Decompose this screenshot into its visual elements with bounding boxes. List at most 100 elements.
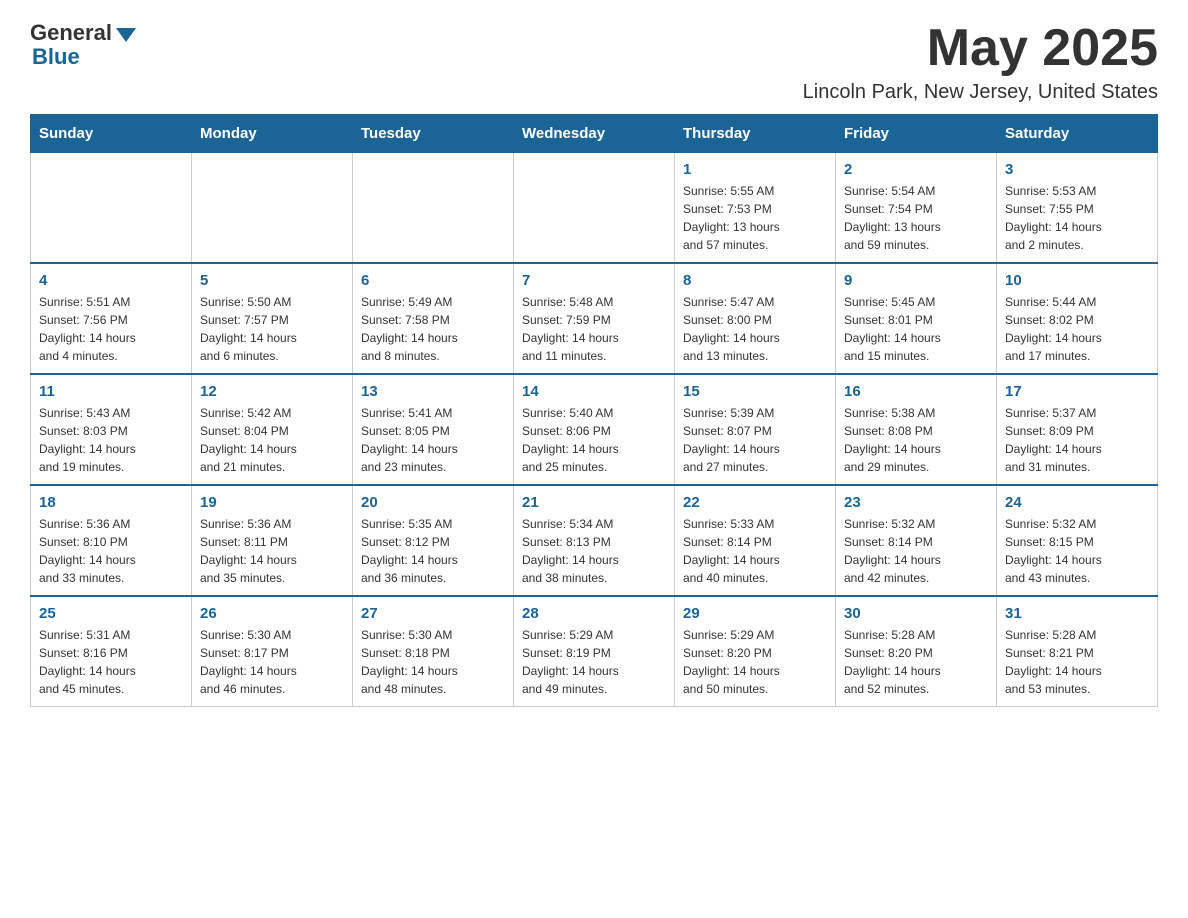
day-info: Sunrise: 5:51 AM Sunset: 7:56 PM Dayligh… [39,293,183,365]
calendar-cell: 22 Sunrise: 5:33 AM Sunset: 8:14 PM Dayli… [675,485,836,596]
day-number: 29 [683,605,827,622]
calendar-cell: 11 Sunrise: 5:43 AM Sunset: 8:03 PM Dayli… [31,374,192,485]
day-info: Sunrise: 5:29 AM Sunset: 8:20 PM Dayligh… [683,626,827,698]
day-info: Sunrise: 5:40 AM Sunset: 8:06 PM Dayligh… [522,404,666,476]
day-number: 14 [522,383,666,400]
day-number: 2 [844,161,988,178]
calendar-cell: 9 Sunrise: 5:45 AM Sunset: 8:01 PM Daylig… [836,263,997,374]
day-number: 21 [522,494,666,511]
calendar-header-monday: Monday [192,115,353,153]
day-number: 9 [844,272,988,289]
day-info: Sunrise: 5:34 AM Sunset: 8:13 PM Dayligh… [522,515,666,587]
day-info: Sunrise: 5:49 AM Sunset: 7:58 PM Dayligh… [361,293,505,365]
calendar-table: SundayMondayTuesdayWednesdayThursdayFrid… [30,114,1158,707]
day-info: Sunrise: 5:31 AM Sunset: 8:16 PM Dayligh… [39,626,183,698]
calendar-cell: 1 Sunrise: 5:55 AM Sunset: 7:53 PM Daylig… [675,153,836,264]
calendar-header-row: SundayMondayTuesdayWednesdayThursdayFrid… [31,115,1158,153]
day-number: 3 [1005,161,1149,178]
day-number: 19 [200,494,344,511]
day-info: Sunrise: 5:53 AM Sunset: 7:55 PM Dayligh… [1005,182,1149,254]
day-number: 26 [200,605,344,622]
calendar-cell: 19 Sunrise: 5:36 AM Sunset: 8:11 PM Dayli… [192,485,353,596]
day-info: Sunrise: 5:32 AM Sunset: 8:14 PM Dayligh… [844,515,988,587]
day-info: Sunrise: 5:45 AM Sunset: 8:01 PM Dayligh… [844,293,988,365]
calendar-cell [353,153,514,264]
calendar-cell: 14 Sunrise: 5:40 AM Sunset: 8:06 PM Dayli… [514,374,675,485]
calendar-cell: 29 Sunrise: 5:29 AM Sunset: 8:20 PM Dayli… [675,596,836,707]
logo: General Blue [30,20,136,70]
day-number: 6 [361,272,505,289]
day-number: 4 [39,272,183,289]
calendar-header-friday: Friday [836,115,997,153]
day-info: Sunrise: 5:30 AM Sunset: 8:17 PM Dayligh… [200,626,344,698]
calendar-cell: 13 Sunrise: 5:41 AM Sunset: 8:05 PM Dayli… [353,374,514,485]
logo-general-text: General [30,20,112,46]
calendar-week-row: 4 Sunrise: 5:51 AM Sunset: 7:56 PM Daylig… [31,263,1158,374]
day-info: Sunrise: 5:30 AM Sunset: 8:18 PM Dayligh… [361,626,505,698]
calendar-header-tuesday: Tuesday [353,115,514,153]
calendar-cell: 12Sunrise: 5:42 AM Sunset: 8:04 PM Dayli… [192,374,353,485]
day-info: Sunrise: 5:33 AM Sunset: 8:14 PM Dayligh… [683,515,827,587]
calendar-cell: 23 Sunrise: 5:32 AM Sunset: 8:14 PM Dayli… [836,485,997,596]
day-number: 8 [683,272,827,289]
day-number: 31 [1005,605,1149,622]
calendar-cell: 4 Sunrise: 5:51 AM Sunset: 7:56 PM Daylig… [31,263,192,374]
day-info: Sunrise: 5:39 AM Sunset: 8:07 PM Dayligh… [683,404,827,476]
day-info: Sunrise: 5:50 AM Sunset: 7:57 PM Dayligh… [200,293,344,365]
logo-blue-text: Blue [32,44,80,70]
location-title: Lincoln Park, New Jersey, United States [803,81,1158,104]
day-number: 13 [361,383,505,400]
calendar-cell: 27 Sunrise: 5:30 AM Sunset: 8:18 PM Dayli… [353,596,514,707]
calendar-cell: 10Sunrise: 5:44 AM Sunset: 8:02 PM Dayli… [997,263,1158,374]
day-info: Sunrise: 5:37 AM Sunset: 8:09 PM Dayligh… [1005,404,1149,476]
calendar-cell: 31 Sunrise: 5:28 AM Sunset: 8:21 PM Dayli… [997,596,1158,707]
day-info: Sunrise: 5:32 AM Sunset: 8:15 PM Dayligh… [1005,515,1149,587]
day-number: 10 [1005,272,1149,289]
title-section: May 2025 Lincoln Park, New Jersey, Unite… [803,20,1158,104]
calendar-week-row: 18 Sunrise: 5:36 AM Sunset: 8:10 PM Dayli… [31,485,1158,596]
calendar-cell: 2 Sunrise: 5:54 AM Sunset: 7:54 PM Daylig… [836,153,997,264]
day-number: 27 [361,605,505,622]
day-info: Sunrise: 5:54 AM Sunset: 7:54 PM Dayligh… [844,182,988,254]
month-title: May 2025 [803,20,1158,77]
day-number: 22 [683,494,827,511]
calendar-cell: 21 Sunrise: 5:34 AM Sunset: 8:13 PM Dayli… [514,485,675,596]
day-number: 1 [683,161,827,178]
day-info: Sunrise: 5:43 AM Sunset: 8:03 PM Dayligh… [39,404,183,476]
day-number: 24 [1005,494,1149,511]
calendar-cell: 17Sunrise: 5:37 AM Sunset: 8:09 PM Dayli… [997,374,1158,485]
day-number: 11 [39,383,183,400]
calendar-cell: 15Sunrise: 5:39 AM Sunset: 8:07 PM Dayli… [675,374,836,485]
day-info: Sunrise: 5:28 AM Sunset: 8:21 PM Dayligh… [1005,626,1149,698]
calendar-cell: 5 Sunrise: 5:50 AM Sunset: 7:57 PM Daylig… [192,263,353,374]
calendar-cell: 26 Sunrise: 5:30 AM Sunset: 8:17 PM Dayli… [192,596,353,707]
calendar-cell: 28Sunrise: 5:29 AM Sunset: 8:19 PM Dayli… [514,596,675,707]
day-info: Sunrise: 5:36 AM Sunset: 8:10 PM Dayligh… [39,515,183,587]
day-number: 30 [844,605,988,622]
day-info: Sunrise: 5:35 AM Sunset: 8:12 PM Dayligh… [361,515,505,587]
page-header: General Blue May 2025 Lincoln Park, New … [30,20,1158,104]
calendar-week-row: 25Sunrise: 5:31 AM Sunset: 8:16 PM Dayli… [31,596,1158,707]
calendar-header-saturday: Saturday [997,115,1158,153]
calendar-cell: 18 Sunrise: 5:36 AM Sunset: 8:10 PM Dayli… [31,485,192,596]
day-info: Sunrise: 5:36 AM Sunset: 8:11 PM Dayligh… [200,515,344,587]
day-info: Sunrise: 5:28 AM Sunset: 8:20 PM Dayligh… [844,626,988,698]
calendar-cell: 6 Sunrise: 5:49 AM Sunset: 7:58 PM Daylig… [353,263,514,374]
calendar-cell: 8Sunrise: 5:47 AM Sunset: 8:00 PM Daylig… [675,263,836,374]
day-number: 16 [844,383,988,400]
day-number: 23 [844,494,988,511]
day-number: 28 [522,605,666,622]
calendar-cell: 16 Sunrise: 5:38 AM Sunset: 8:08 PM Dayli… [836,374,997,485]
calendar-cell: 20Sunrise: 5:35 AM Sunset: 8:12 PM Dayli… [353,485,514,596]
calendar-cell [31,153,192,264]
day-info: Sunrise: 5:38 AM Sunset: 8:08 PM Dayligh… [844,404,988,476]
calendar-cell [514,153,675,264]
day-number: 7 [522,272,666,289]
calendar-cell: 25Sunrise: 5:31 AM Sunset: 8:16 PM Dayli… [31,596,192,707]
day-info: Sunrise: 5:55 AM Sunset: 7:53 PM Dayligh… [683,182,827,254]
calendar-header-thursday: Thursday [675,115,836,153]
day-info: Sunrise: 5:41 AM Sunset: 8:05 PM Dayligh… [361,404,505,476]
day-number: 18 [39,494,183,511]
day-number: 5 [200,272,344,289]
day-info: Sunrise: 5:48 AM Sunset: 7:59 PM Dayligh… [522,293,666,365]
